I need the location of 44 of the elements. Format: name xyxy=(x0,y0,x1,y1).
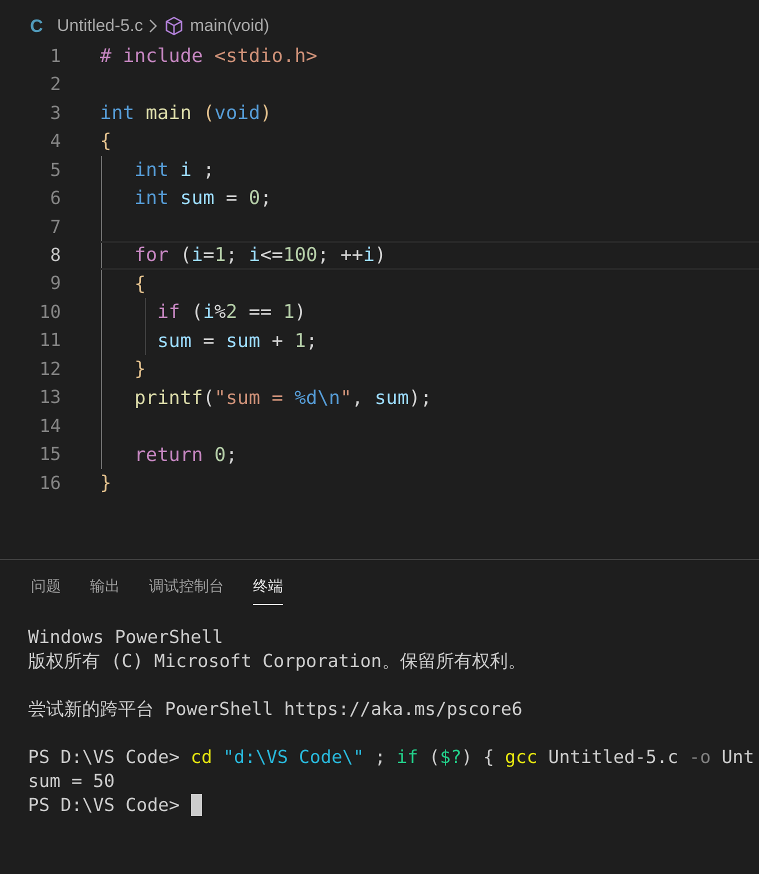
code-line: int sum = 0; xyxy=(133,186,272,212)
code-line: # include <stdio.h> xyxy=(100,44,318,69)
c-file-icon: C xyxy=(30,12,43,40)
line-number: 8 xyxy=(49,244,61,268)
cube-icon xyxy=(164,16,184,36)
line-number: 13 xyxy=(38,386,61,410)
terminal-line: 版权所有 (C) Microsoft Corporation。保留所有权利。 xyxy=(28,650,526,674)
panel-tab[interactable]: 输出 xyxy=(90,576,120,605)
line-number: 14 xyxy=(38,414,61,439)
breadcrumb-file[interactable]: Untitled-5.c xyxy=(57,13,143,39)
code-line: } xyxy=(133,357,146,382)
chevron-icon xyxy=(148,19,158,33)
line-number: 1 xyxy=(49,44,61,69)
terminal-line: 尝试新的跨平台 PowerShell https://aka.ms/pscore6 xyxy=(28,698,522,722)
line-number: 15 xyxy=(38,443,61,468)
code-line: sum = sum + 1; xyxy=(156,328,318,354)
line-number: 4 xyxy=(49,130,61,154)
line-number: 6 xyxy=(49,187,61,212)
code-line: } xyxy=(100,471,112,496)
line-number: 10 xyxy=(38,300,61,325)
panel-tab[interactable]: 调试控制台 xyxy=(149,576,224,605)
code-line: if (i%2 == 1) xyxy=(156,300,306,326)
code-line: printf("sum = %d\n", sum); xyxy=(133,386,432,411)
panel-tab[interactable]: 终端 xyxy=(253,576,283,605)
line-number: 12 xyxy=(38,358,61,382)
terminal-line: Windows PowerShell xyxy=(28,626,224,650)
code-line: { xyxy=(133,272,146,297)
line-number: 3 xyxy=(49,102,61,126)
line-number: 16 xyxy=(38,472,61,496)
line-number: 2 xyxy=(49,73,61,98)
code-line: return 0; xyxy=(133,442,238,468)
code-line: int main (void) xyxy=(100,100,272,126)
line-number: 9 xyxy=(49,272,61,296)
terminal-line: PS D:\VS Code> xyxy=(28,794,181,818)
breadcrumb-symbol[interactable]: main(void) xyxy=(190,13,270,39)
terminal-line: sum = 50 xyxy=(28,770,115,794)
line-number: 5 xyxy=(49,158,61,183)
code-line: { xyxy=(100,129,112,154)
code-line: for (i=1; i<=100; ++i) xyxy=(133,243,386,268)
terminal-line: PS D:\VS Code> cd "d:\VS Code\" ; if ($?) { gcc Untitled-5.c -o Unt xyxy=(28,746,754,770)
line-number: 11 xyxy=(38,329,61,354)
line-number: 7 xyxy=(49,216,61,240)
panel-tab[interactable]: 问题 xyxy=(31,576,61,605)
code-line: int i ; xyxy=(133,158,214,183)
